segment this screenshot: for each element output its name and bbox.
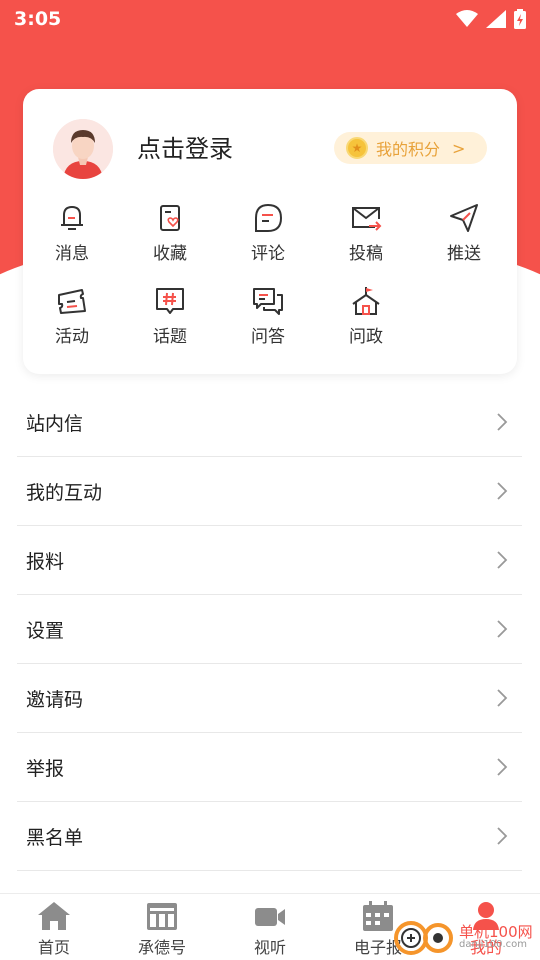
chevron-right-icon: > [452,138,466,158]
quick-action-label: 推送 [447,244,481,264]
quick-action-comments[interactable]: 评论 [219,199,317,282]
quick-action-submit[interactable]: 投稿 [317,199,415,282]
quick-action-label: 问答 [251,327,285,347]
menu-item-label: 设置 [26,619,65,642]
watermark-logo-icon [394,921,453,955]
quick-action-label: 话题 [153,327,187,347]
menu-item-label: 报料 [26,550,65,573]
quick-action-events[interactable]: 活动 [23,282,121,365]
newspaper-icon [147,903,177,930]
quick-actions-grid: 消息 收藏 评论 投稿 推送 活动 话题 问答 问政 [23,199,517,365]
menu-item-label: 我的互动 [26,481,103,504]
menu-item-invite-code[interactable]: 邀请码 [17,664,522,733]
bookmark-heart-icon [160,205,180,231]
quick-action-topics[interactable]: 话题 [121,282,219,365]
chevron-right-icon [497,482,508,500]
watermark-title: 单机100网 [459,922,533,941]
status-icons [456,9,526,29]
watermark-url: danji100.com [459,938,527,950]
menu-item-label: 举报 [26,757,65,780]
menu-item-label: 邀请码 [26,688,84,711]
chevron-right-icon [497,551,508,569]
chevron-right-icon [497,620,508,638]
wifi-icon [456,10,478,27]
watermark-text: 单机100网 danji100.com [459,922,533,950]
video-camera-icon [255,908,285,926]
menu-item-report[interactable]: 举报 [17,733,522,802]
mail-send-icon [352,207,382,231]
hashtag-icon [156,288,184,314]
battery-icon [514,9,526,29]
menu-item-blacklist[interactable]: 黑名单 [17,802,522,871]
menu-item-inbox[interactable]: 站内信 [17,388,522,457]
quick-action-label: 投稿 [349,244,383,264]
nav-video[interactable]: 视听 [216,894,324,960]
chevron-right-icon [497,827,508,845]
points-button[interactable]: ★ 我的积分 > [334,132,487,164]
quick-action-label: 收藏 [153,244,187,264]
quick-action-favorites[interactable]: 收藏 [121,199,219,282]
menu-item-settings[interactable]: 设置 [17,595,522,664]
nav-label: 承德号 [137,938,186,957]
avatar-icon [53,119,113,179]
quick-action-messages[interactable]: 消息 [23,199,121,282]
menu-item-label: 黑名单 [26,826,84,849]
quick-action-politics[interactable]: 问政 [317,282,415,365]
menu-item-my-interactions[interactable]: 我的互动 [17,457,522,526]
nav-label: 首页 [37,938,70,957]
points-label: 我的积分 [376,140,441,159]
quick-action-label: 评论 [251,244,285,264]
profile-card: 点击登录 ★ 我的积分 > 消息 收藏 评论 投稿 推送 活动 话题 问答 问政 [23,89,517,374]
avatar[interactable] [53,119,113,179]
bell-icon [61,205,83,230]
status-bar: 3:05 [0,0,540,38]
comment-icon [255,203,283,232]
quick-action-label: 问政 [349,327,383,347]
menu-list: 站内信 我的互动 报料 设置 邀请码 举报 黑名单 [17,388,522,871]
status-time: 3:05 [14,8,62,30]
home-icon [38,902,70,930]
chevron-right-icon [497,758,508,776]
chevron-right-icon [497,413,508,431]
ticket-icon [58,289,86,314]
paper-plane-icon [450,204,478,232]
coin-icon: ★ [346,137,368,159]
qa-bubbles-icon [253,288,283,315]
chevron-right-icon [497,689,508,707]
nav-chengde-hao[interactable]: 承德号 [108,894,216,960]
government-building-icon [352,287,380,315]
quick-action-label: 活动 [55,327,89,347]
watermark: 单机100网 danji100.com [393,916,533,958]
menu-item-tip-off[interactable]: 报料 [17,526,522,595]
calendar-icon [363,901,393,931]
signal-icon [486,10,506,28]
quick-action-push[interactable]: 推送 [415,199,513,282]
nav-home[interactable]: 首页 [0,894,108,960]
quick-action-label: 消息 [55,244,89,264]
login-prompt[interactable]: 点击登录 [137,129,233,164]
nav-label: 视听 [253,938,286,957]
quick-action-qa[interactable]: 问答 [219,282,317,365]
menu-item-label: 站内信 [26,412,84,435]
